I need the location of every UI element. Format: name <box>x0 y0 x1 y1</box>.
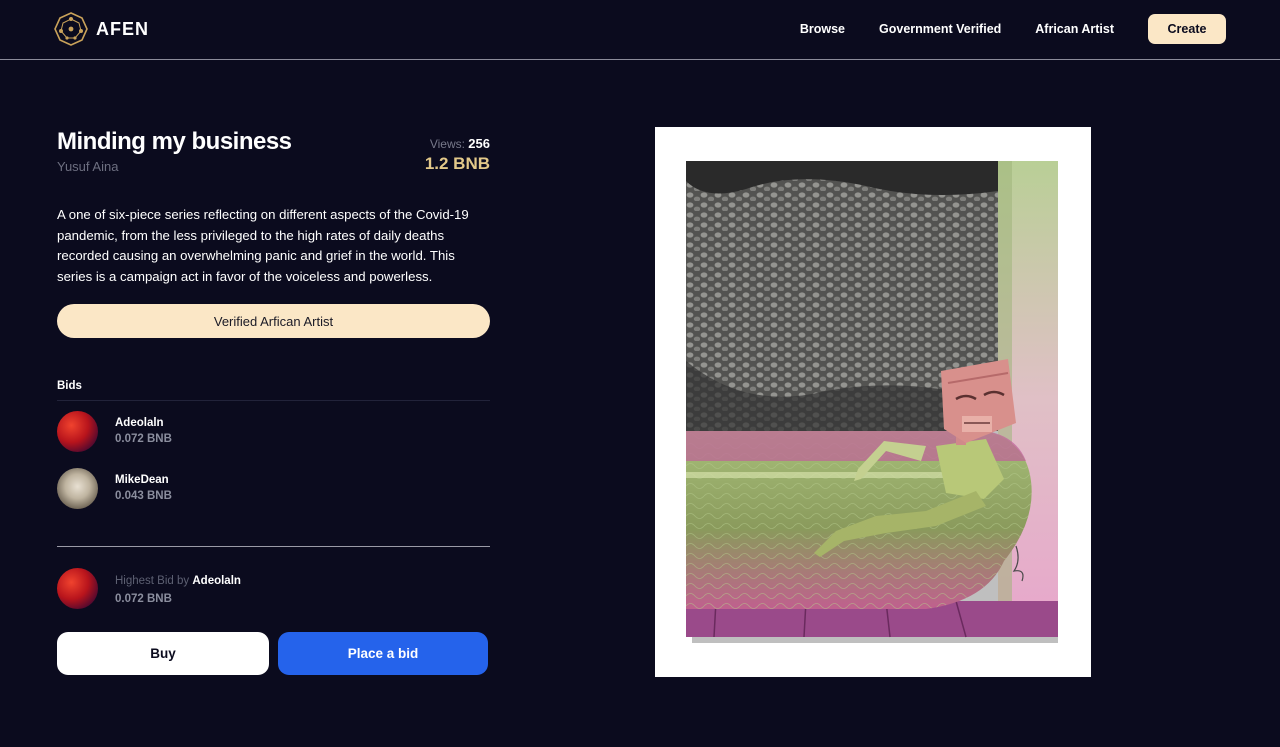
bidder-avatar <box>57 410 98 452</box>
artwork-price: 1.2 BNB <box>424 154 490 173</box>
nav-browse[interactable]: Browse <box>800 22 845 36</box>
artist-name[interactable]: Yusuf Aina <box>57 159 118 174</box>
bid-item[interactable]: MikeDean 0.043 BNB <box>57 467 490 509</box>
logo-text: AFEN <box>96 18 149 39</box>
highest-bid-line: Highest Bid by Adeolaln <box>115 571 241 589</box>
artwork-image <box>686 161 1058 643</box>
highest-bidder-name: Adeolaln <box>192 575 241 587</box>
bid-info: MikeDean 0.043 BNB <box>115 474 172 502</box>
top-navbar: AFEN Browse Government Verified African … <box>0 0 1280 60</box>
artwork-details: Minding my business Yusuf Aina Views: 25… <box>57 128 490 675</box>
views-count: Views: 256 <box>425 136 490 151</box>
bidder-name: Adeolaln <box>115 417 164 429</box>
highest-bid-amount: 0.072 BNB <box>115 593 172 605</box>
views-label: Views: <box>429 137 465 151</box>
bid-item[interactable]: Adeolaln 0.072 BNB <box>57 410 490 452</box>
nav-african-artist[interactable]: African Artist <box>1035 22 1114 36</box>
bid-amount: 0.043 BNB <box>115 490 172 502</box>
artwork-description: A one of six-piece series reflecting on … <box>57 207 469 284</box>
buy-button[interactable]: Buy <box>57 632 269 675</box>
bid-amount: 0.072 BNB <box>115 433 172 445</box>
title-row: Minding my business Yusuf Aina Views: 25… <box>57 128 490 178</box>
highest-bid: Highest Bid by Adeolaln 0.072 BNB <box>57 567 490 609</box>
bidder-name: MikeDean <box>115 474 169 486</box>
views-value: 256 <box>468 136 490 151</box>
bidder-avatar <box>57 467 98 509</box>
bids-divider <box>57 400 490 401</box>
bid-info: Adeolaln 0.072 BNB <box>115 417 172 445</box>
nav-government-verified[interactable]: Government Verified <box>879 22 1001 36</box>
place-bid-button[interactable]: Place a bid <box>278 632 488 675</box>
artwork-image-frame <box>655 127 1091 677</box>
purchase-actions: Buy Place a bid <box>57 632 490 675</box>
highest-bidder-avatar <box>57 567 98 609</box>
main-nav: Browse Government Verified African Artis… <box>800 14 1226 44</box>
section-divider <box>57 546 490 547</box>
highest-bid-info: Highest Bid by Adeolaln 0.072 BNB <box>115 571 241 605</box>
afen-logo-icon <box>54 12 88 46</box>
afen-logo[interactable]: AFEN <box>54 12 149 46</box>
nft-detail-page: AFEN Browse Government Verified African … <box>0 0 1280 747</box>
bids-heading: Bids <box>57 380 82 392</box>
highest-bid-label: Highest Bid by <box>115 575 193 587</box>
verified-artist-badge: Verified Arfican Artist <box>57 304 490 338</box>
artwork-meta: Views: 256 1.2 BNB <box>425 136 490 174</box>
create-button[interactable]: Create <box>1148 14 1226 44</box>
